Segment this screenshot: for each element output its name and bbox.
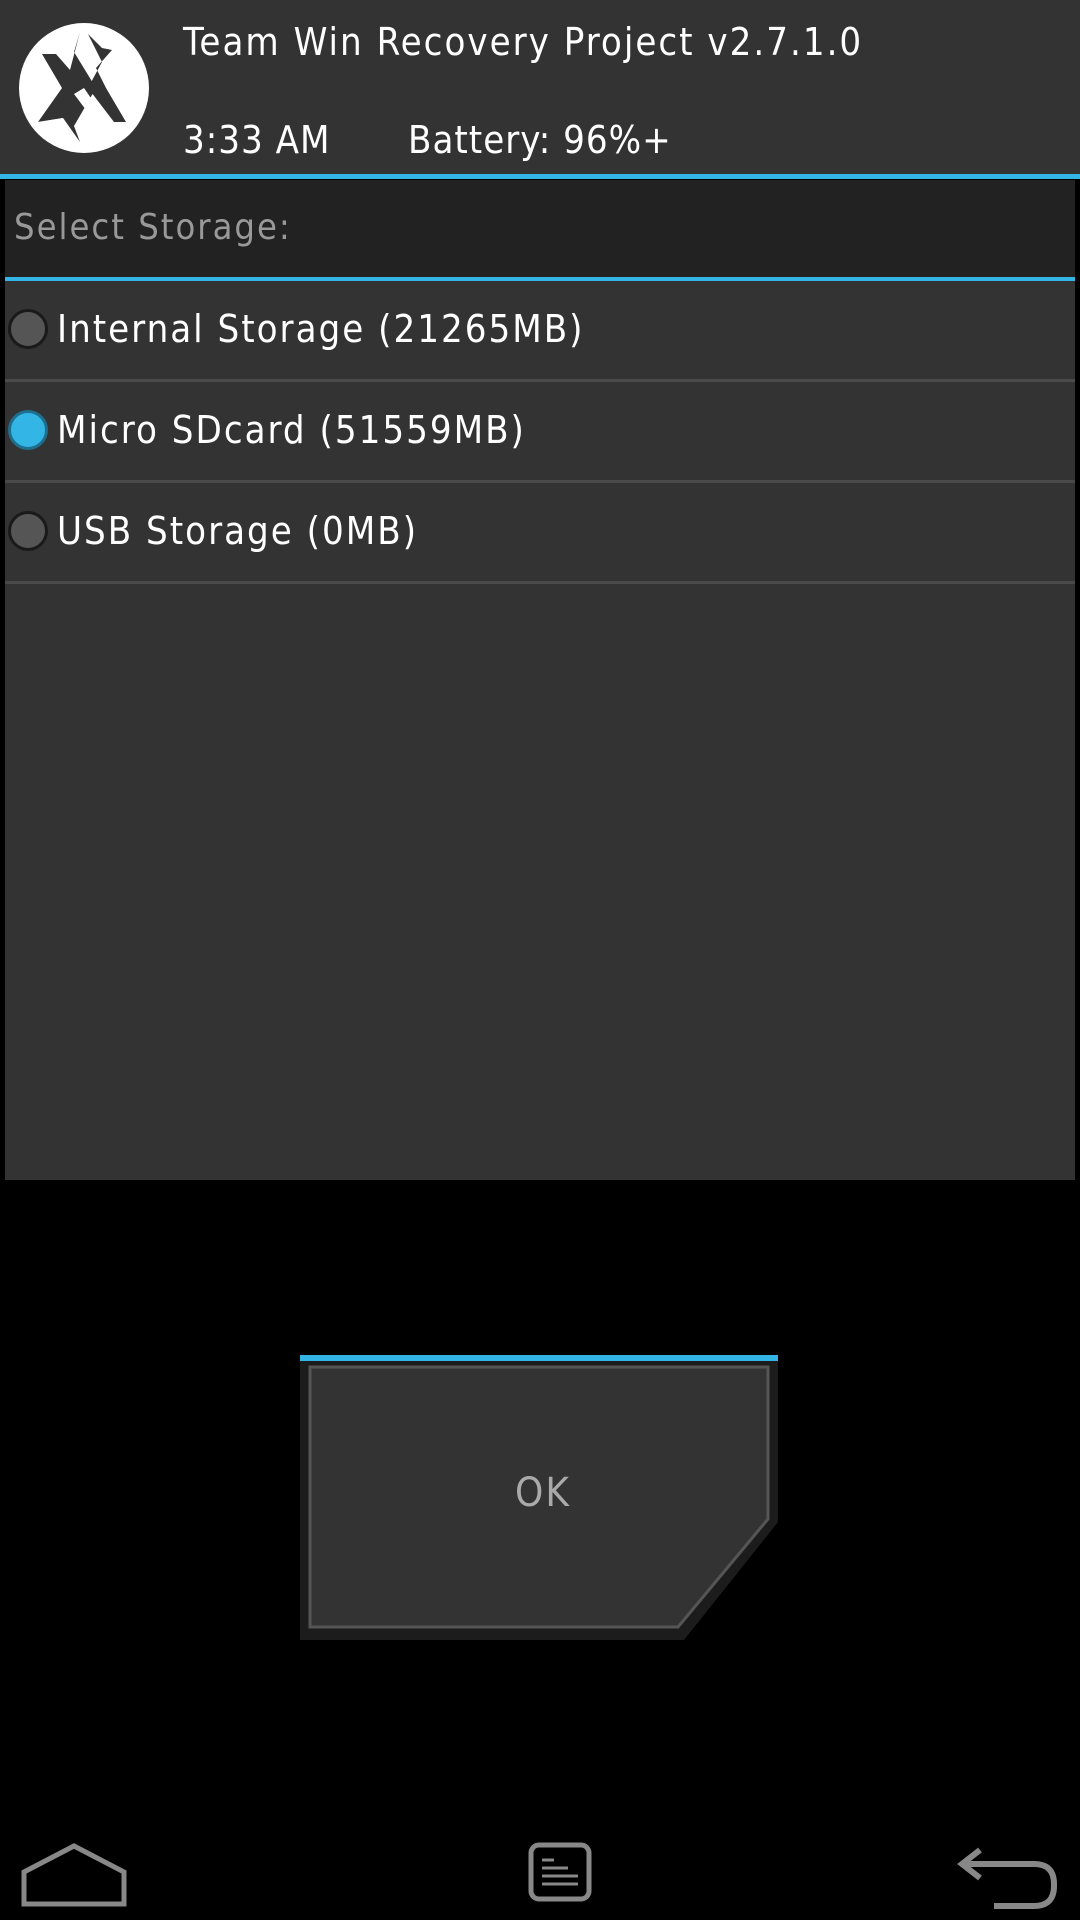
storage-option-internal[interactable]: Internal Storage (21265MB) xyxy=(5,281,1075,382)
console-icon[interactable] xyxy=(528,1842,592,1902)
storage-option-label: Micro SDcard (51559MB) xyxy=(57,408,526,452)
storage-option-label: USB Storage (0MB) xyxy=(57,509,419,553)
home-icon[interactable] xyxy=(20,1842,128,1908)
radio-button-usb[interactable] xyxy=(8,511,48,551)
navigation-bar xyxy=(0,1820,1080,1920)
battery-status: Battery: 96%+ xyxy=(408,118,672,162)
storage-option-microsd[interactable]: Micro SDcard (51559MB) xyxy=(5,382,1075,483)
radio-button-internal[interactable] xyxy=(8,309,48,349)
back-icon[interactable] xyxy=(954,1846,1058,1912)
twrp-logo-icon xyxy=(19,23,149,153)
radio-button-microsd[interactable] xyxy=(8,410,48,450)
select-storage-title: Select Storage: xyxy=(14,207,292,248)
ok-label: OK xyxy=(515,1470,571,1516)
storage-option-usb[interactable]: USB Storage (0MB) xyxy=(5,483,1075,584)
ok-button[interactable]: OK xyxy=(300,1355,780,1640)
header-divider xyxy=(0,174,1080,179)
clock-time: 3:33 AM xyxy=(183,118,331,162)
app-title: Team Win Recovery Project v2.7.1.0 xyxy=(183,20,864,64)
storage-option-label: Internal Storage (21265MB) xyxy=(57,307,585,351)
header-bar: Team Win Recovery Project v2.7.1.0 3:33 … xyxy=(0,0,1080,174)
storage-section-header: Select Storage: xyxy=(5,180,1075,278)
